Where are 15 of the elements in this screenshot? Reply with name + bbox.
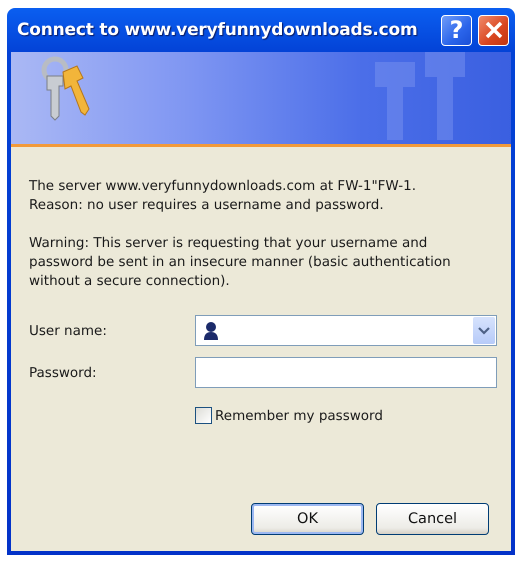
close-icon[interactable] bbox=[484, 21, 502, 39]
checkbox-label: Remember my password bbox=[215, 408, 383, 424]
window-title: Connect to www.veryfunnydownloads.com bbox=[17, 20, 419, 40]
dialog-button[interactable]: OK bbox=[251, 503, 364, 535]
help-button[interactable]: ? bbox=[441, 14, 472, 46]
message-text: Warning: This server is requesting that your username and password be sent in an insecure manner (basic authentication without a secure connection). bbox=[29, 234, 452, 291]
message-text: The server www.veryfunnydownloads.com at FW-1"FW-1. Reason: no user requires a username and password. bbox=[29, 177, 417, 215]
field-label: User name: bbox=[29, 322, 108, 338]
close-button[interactable] bbox=[478, 14, 509, 46]
user-icon bbox=[202, 320, 220, 340]
checkbox[interactable] bbox=[195, 407, 212, 424]
password-field[interactable] bbox=[195, 357, 497, 388]
username-combo-field[interactable] bbox=[195, 315, 497, 346]
field-label: Password: bbox=[29, 364, 98, 380]
dialog-button[interactable]: Cancel bbox=[376, 503, 489, 535]
